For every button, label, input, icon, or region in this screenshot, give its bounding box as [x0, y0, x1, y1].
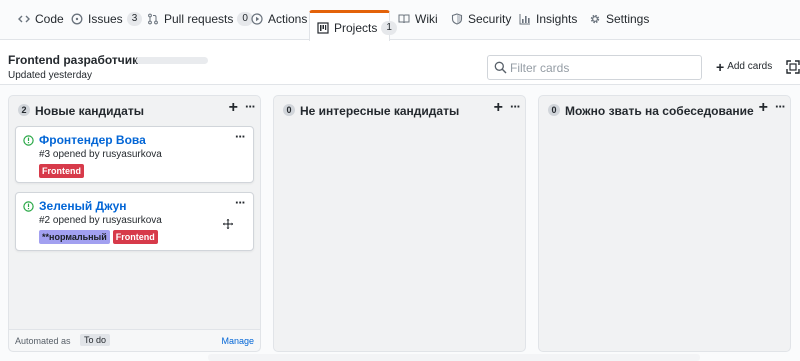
- fullscreen-icon[interactable]: [786, 60, 800, 74]
- automation-badge: To do: [80, 334, 111, 346]
- card-meta: #3 opened by rusyasurkova: [39, 149, 162, 160]
- column-header: 0 Можно звать на собеседование + ···: [539, 96, 790, 124]
- add-card-plus-button[interactable]: +: [759, 99, 768, 117]
- project-updated: Updated yesterday: [8, 70, 92, 81]
- move-cursor-icon: [222, 218, 234, 230]
- tab-pull-requests[interactable]: Pull requests 0: [147, 12, 253, 40]
- project-column: 2 Новые кандидаты + ··· Фронтендер Вова …: [8, 95, 261, 352]
- add-cards-button[interactable]: + Add cards: [716, 58, 773, 75]
- column-footer: Automated as To do Manage: [9, 329, 260, 351]
- code-icon: [18, 13, 30, 25]
- issue-opened-icon: [71, 13, 83, 25]
- play-icon: [251, 13, 263, 25]
- automation-text: Automated as: [15, 336, 71, 346]
- project-description-placeholder: [136, 57, 208, 64]
- project-title: Frontend разработчики: [8, 53, 146, 67]
- tab-security[interactable]: Security: [451, 12, 511, 40]
- shield-icon: [451, 13, 463, 25]
- card-item[interactable]: Зеленый Джун #2 opened by rusyasurkova ·…: [15, 192, 254, 251]
- column-card-count: 0: [283, 104, 295, 116]
- column-header: 0 Не интересные кандидаты + ···: [274, 96, 525, 124]
- tab-code[interactable]: Code: [18, 12, 64, 40]
- gear-icon: [589, 13, 601, 25]
- label-normal[interactable]: **нормальный: [39, 230, 110, 244]
- graph-icon: [519, 13, 531, 25]
- card-labels: **нормальный Frontend: [39, 230, 158, 244]
- issue-opened-icon: [23, 135, 34, 146]
- projects-counter: 1: [381, 21, 397, 35]
- horizontal-scrollbar[interactable]: [208, 354, 700, 361]
- tab-issues-label: Issues: [88, 12, 123, 26]
- card-item[interactable]: Фронтендер Вова #3 opened by rusyasurkov…: [15, 126, 254, 183]
- issues-counter: 3: [126, 12, 143, 26]
- plus-icon: +: [716, 58, 725, 75]
- git-pull-request-icon: [147, 13, 159, 25]
- column-name: Не интересные кандидаты: [300, 104, 460, 118]
- tab-actions[interactable]: Actions: [251, 12, 307, 40]
- tab-settings-label: Settings: [606, 12, 650, 26]
- column-name: Новые кандидаты: [35, 104, 144, 118]
- label-frontend[interactable]: Frontend: [39, 164, 84, 178]
- label-frontend[interactable]: Frontend: [112, 230, 158, 244]
- project-column: 0 Не интересные кандидаты + ···: [273, 95, 526, 352]
- add-card-plus-button[interactable]: +: [494, 99, 503, 117]
- column-menu-button[interactable]: ···: [245, 98, 256, 116]
- card-menu-button[interactable]: ···: [235, 195, 246, 210]
- add-card-plus-button[interactable]: +: [229, 99, 238, 117]
- column-card-count: 0: [548, 104, 560, 116]
- tab-insights[interactable]: Insights: [519, 12, 577, 40]
- tab-code-label: Code: [35, 12, 64, 26]
- column-menu-button[interactable]: ···: [510, 98, 521, 116]
- filter-cards-input[interactable]: [510, 59, 695, 77]
- card-labels: Frontend: [39, 164, 84, 178]
- column-card-count: 2: [18, 104, 30, 116]
- tab-actions-label: Actions: [268, 12, 308, 26]
- tab-settings[interactable]: Settings: [589, 12, 649, 40]
- tab-insights-label: Insights: [536, 12, 578, 26]
- add-cards-label: Add cards: [727, 61, 773, 72]
- column-header: 2 Новые кандидаты + ···: [9, 96, 260, 124]
- card-title-link[interactable]: Зеленый Джун: [39, 199, 127, 213]
- tab-wiki[interactable]: Wiki: [398, 12, 438, 40]
- tab-pull-requests-label: Pull requests: [164, 12, 234, 26]
- card-menu-button[interactable]: ···: [235, 129, 246, 144]
- column-name: Можно звать на собеседование: [565, 104, 754, 118]
- tab-projects-label: Projects: [334, 21, 378, 35]
- column-menu-button[interactable]: ···: [775, 98, 786, 116]
- filter-cards-box: [487, 55, 702, 80]
- book-icon: [398, 13, 410, 25]
- card-title-link[interactable]: Фронтендер Вова: [39, 133, 146, 147]
- issue-opened-icon: [23, 201, 34, 212]
- card-meta: #2 opened by rusyasurkova: [39, 215, 162, 226]
- tab-wiki-label: Wiki: [415, 12, 438, 26]
- tab-projects[interactable]: Projects 1: [309, 10, 397, 41]
- tab-security-label: Security: [468, 12, 512, 26]
- manage-automation-link[interactable]: Manage: [221, 336, 254, 346]
- tab-issues[interactable]: Issues 3: [71, 12, 143, 40]
- project-icon: [317, 22, 329, 34]
- search-icon: [494, 61, 507, 74]
- project-column: 0 Можно звать на собеседование + ···: [538, 95, 791, 352]
- repo-tab-bar: Code Issues 3 Pull requests 0 Actions Pr…: [0, 0, 800, 41]
